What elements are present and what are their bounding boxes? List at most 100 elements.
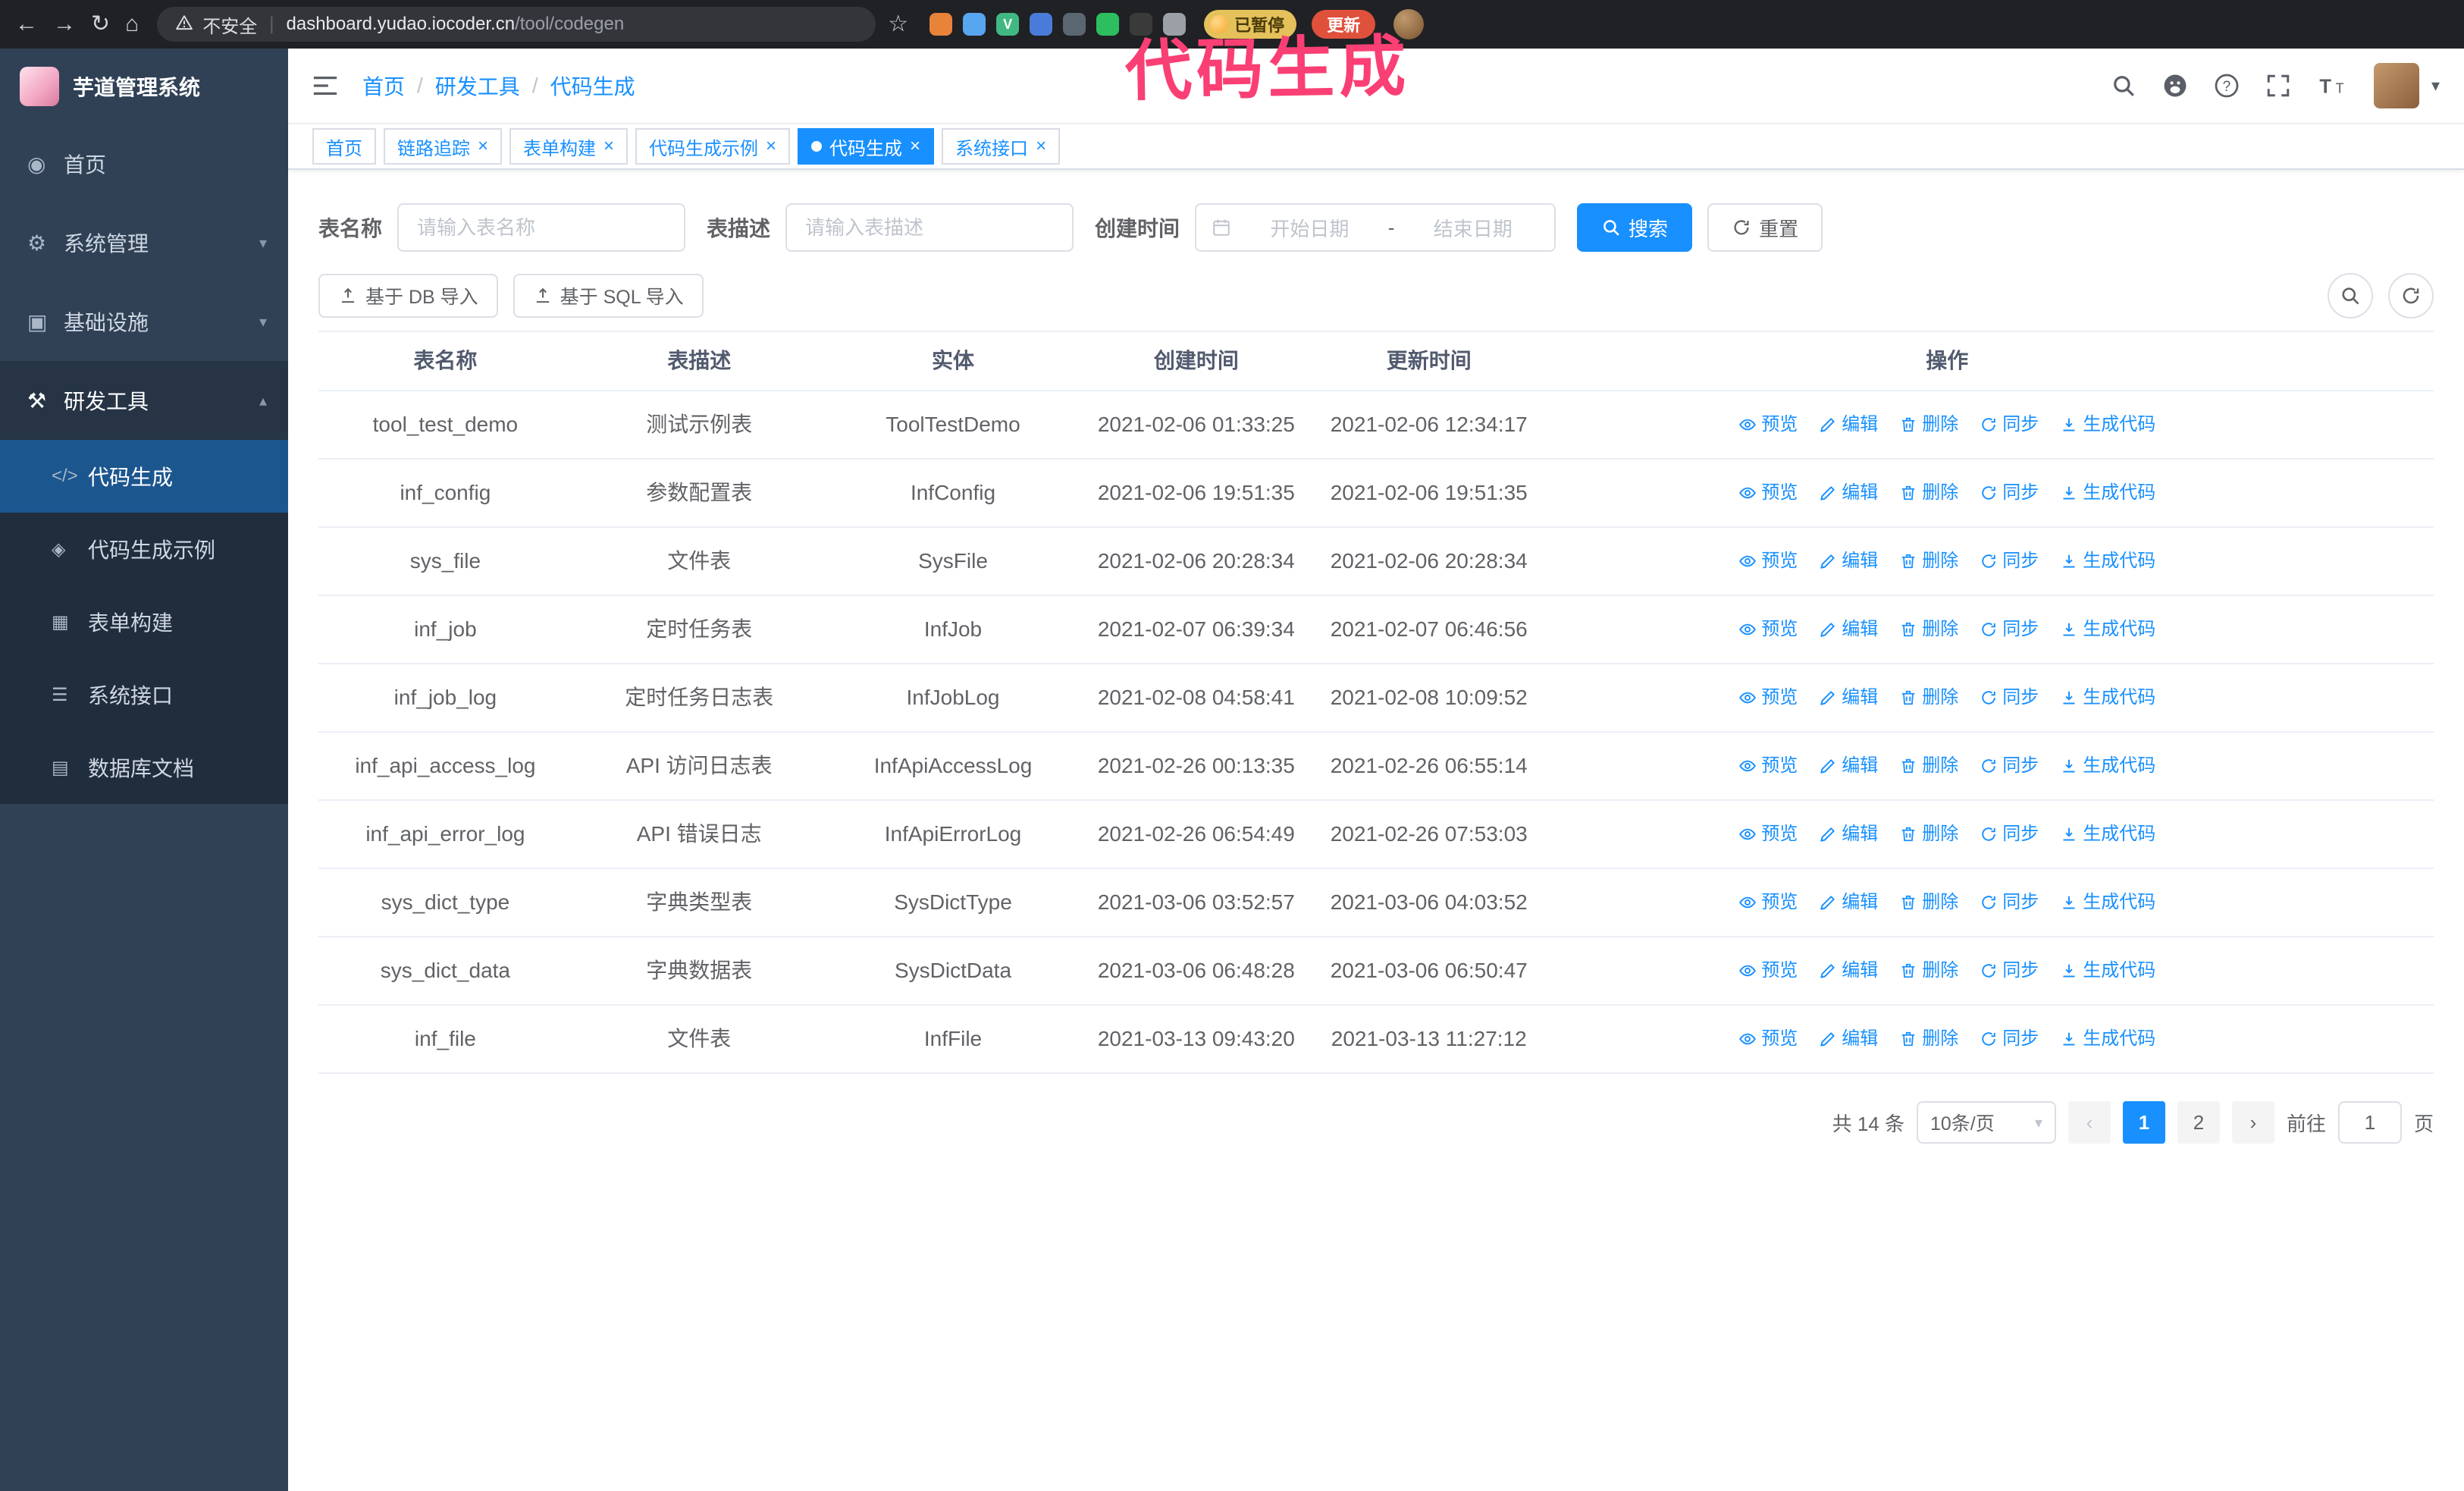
- delete-link[interactable]: 删除: [1899, 410, 1958, 440]
- reset-button[interactable]: 重置: [1707, 203, 1823, 252]
- close-icon[interactable]: ×: [1036, 137, 1046, 155]
- preview-link[interactable]: 预览: [1738, 1024, 1798, 1054]
- browser-profile-avatar[interactable]: [1393, 9, 1425, 39]
- import-sql-button[interactable]: 基于 SQL 导入: [513, 274, 704, 318]
- user-avatar[interactable]: [2373, 63, 2419, 108]
- preview-link[interactable]: 预览: [1738, 478, 1798, 508]
- sync-link[interactable]: 同步: [1980, 478, 2039, 508]
- delete-link[interactable]: 删除: [1899, 956, 1958, 986]
- sync-link[interactable]: 同步: [1980, 1024, 2039, 1054]
- tab-system-api[interactable]: 系统接口 ×: [942, 128, 1061, 165]
- close-icon[interactable]: ×: [910, 137, 920, 155]
- accounts-extension-icon[interactable]: [1030, 13, 1053, 36]
- vue-devtools-extension-icon[interactable]: V: [996, 13, 1020, 36]
- edit-link[interactable]: 编辑: [1819, 1024, 1878, 1054]
- tab-codegen-example[interactable]: 代码生成示例 ×: [635, 128, 791, 165]
- create-time-range-picker[interactable]: 开始日期 - 结束日期: [1195, 203, 1556, 252]
- screenshot-extension-icon[interactable]: [1063, 13, 1086, 36]
- toggle-search-button[interactable]: [2328, 273, 2373, 319]
- help-icon[interactable]: ?: [2214, 73, 2240, 99]
- goto-page-input[interactable]: [2337, 1101, 2402, 1144]
- preview-link[interactable]: 预览: [1738, 956, 1798, 986]
- refresh-table-button[interactable]: [2388, 273, 2434, 319]
- edit-link[interactable]: 编辑: [1819, 751, 1878, 781]
- delete-link[interactable]: 删除: [1899, 683, 1958, 713]
- sidebar-subitem-code-generation[interactable]: </> 代码生成: [0, 440, 288, 513]
- font-size-icon[interactable]: TT: [2317, 73, 2348, 99]
- sidebar-subitem-form-builder[interactable]: ▦ 表单构建: [0, 585, 288, 658]
- edit-link[interactable]: 编辑: [1819, 546, 1878, 576]
- forward-button[interactable]: →: [53, 13, 76, 36]
- preview-link[interactable]: 预览: [1738, 614, 1798, 645]
- sidebar-item-home[interactable]: ◉ 首页: [0, 124, 288, 203]
- delete-link[interactable]: 删除: [1899, 614, 1958, 645]
- close-icon[interactable]: ×: [478, 137, 488, 155]
- sync-link[interactable]: 同步: [1980, 887, 2039, 918]
- generate-code-link[interactable]: 生成代码: [2060, 956, 2155, 986]
- table-desc-input[interactable]: [785, 203, 1074, 252]
- close-icon[interactable]: ×: [766, 137, 776, 155]
- sync-link[interactable]: 同步: [1980, 614, 2039, 645]
- tab-trace[interactable]: 链路追踪 ×: [384, 128, 503, 165]
- sidebar-toggle-icon[interactable]: [312, 73, 338, 99]
- github-icon[interactable]: [2162, 73, 2188, 99]
- generate-code-link[interactable]: 生成代码: [2060, 1024, 2155, 1054]
- edit-link[interactable]: 编辑: [1819, 614, 1878, 645]
- search-icon[interactable]: [2111, 73, 2136, 99]
- generate-code-link[interactable]: 生成代码: [2060, 478, 2155, 508]
- sidebar-item-infrastructure[interactable]: ▣ 基础设施 ▾: [0, 282, 288, 361]
- delete-link[interactable]: 删除: [1899, 1024, 1958, 1054]
- delete-link[interactable]: 删除: [1899, 887, 1958, 918]
- sync-link[interactable]: 同步: [1980, 819, 2039, 849]
- page-1-button[interactable]: 1: [2122, 1101, 2165, 1144]
- edit-link[interactable]: 编辑: [1819, 478, 1878, 508]
- tab-form-builder[interactable]: 表单构建 ×: [509, 128, 629, 165]
- generate-code-link[interactable]: 生成代码: [2060, 683, 2155, 713]
- app-logo[interactable]: 芋道管理系统: [0, 49, 288, 124]
- preview-link[interactable]: 预览: [1738, 546, 1798, 576]
- back-button[interactable]: ←: [15, 13, 38, 36]
- page-2-button[interactable]: 2: [2177, 1101, 2220, 1144]
- sidebar-subitem-system-api[interactable]: ☰ 系统接口: [0, 658, 288, 731]
- preview-link[interactable]: 预览: [1738, 751, 1798, 781]
- delete-link[interactable]: 删除: [1899, 751, 1958, 781]
- sync-link[interactable]: 同步: [1980, 410, 2039, 440]
- extensions-puzzle-icon[interactable]: [1163, 13, 1187, 36]
- paused-extension-badge[interactable]: 已暂停: [1204, 10, 1297, 39]
- sync-link[interactable]: 同步: [1980, 956, 2039, 986]
- sidebar-item-dev-tools[interactable]: ⚒ 研发工具 ▴: [0, 361, 288, 440]
- edit-link[interactable]: 编辑: [1819, 956, 1878, 986]
- generate-code-link[interactable]: 生成代码: [2060, 751, 2155, 781]
- generate-code-link[interactable]: 生成代码: [2060, 819, 2155, 849]
- breadcrumb-home[interactable]: 首页: [362, 71, 405, 101]
- generate-code-link[interactable]: 生成代码: [2060, 887, 2155, 918]
- edit-link[interactable]: 编辑: [1819, 410, 1878, 440]
- tab-codegen[interactable]: 代码生成 ×: [798, 128, 935, 165]
- sidebar-subitem-codegen-example[interactable]: ◈ 代码生成示例: [0, 513, 288, 585]
- preview-link[interactable]: 预览: [1738, 410, 1798, 440]
- notes-extension-icon[interactable]: [1096, 13, 1120, 36]
- edit-link[interactable]: 编辑: [1819, 819, 1878, 849]
- sidebar-subitem-database-doc[interactable]: ▤ 数据库文档: [0, 731, 288, 804]
- chevron-down-icon[interactable]: ▾: [2431, 76, 2440, 96]
- preview-link[interactable]: 预览: [1738, 887, 1798, 918]
- water-drop-extension-icon[interactable]: [963, 13, 986, 36]
- import-db-button[interactable]: 基于 DB 导入: [318, 274, 498, 318]
- preview-link[interactable]: 预览: [1738, 819, 1798, 849]
- bookmark-star-icon[interactable]: ☆: [888, 13, 908, 36]
- edit-link[interactable]: 编辑: [1819, 683, 1878, 713]
- chrome-update-button[interactable]: 更新: [1312, 10, 1376, 39]
- delete-link[interactable]: 删除: [1899, 478, 1958, 508]
- sync-link[interactable]: 同步: [1980, 683, 2039, 713]
- search-button[interactable]: 搜索: [1577, 203, 1693, 252]
- reload-button[interactable]: ↻: [91, 13, 110, 36]
- fullscreen-icon[interactable]: [2265, 73, 2291, 99]
- generate-code-link[interactable]: 生成代码: [2060, 546, 2155, 576]
- home-button[interactable]: ⌂: [125, 13, 139, 36]
- address-bar[interactable]: 不安全 | dashboard.yudao.iocoder.cn/tool/co…: [157, 7, 876, 42]
- generate-code-link[interactable]: 生成代码: [2060, 614, 2155, 645]
- table-name-input[interactable]: [397, 203, 686, 252]
- close-icon[interactable]: ×: [603, 137, 614, 155]
- sync-link[interactable]: 同步: [1980, 546, 2039, 576]
- delete-link[interactable]: 删除: [1899, 819, 1958, 849]
